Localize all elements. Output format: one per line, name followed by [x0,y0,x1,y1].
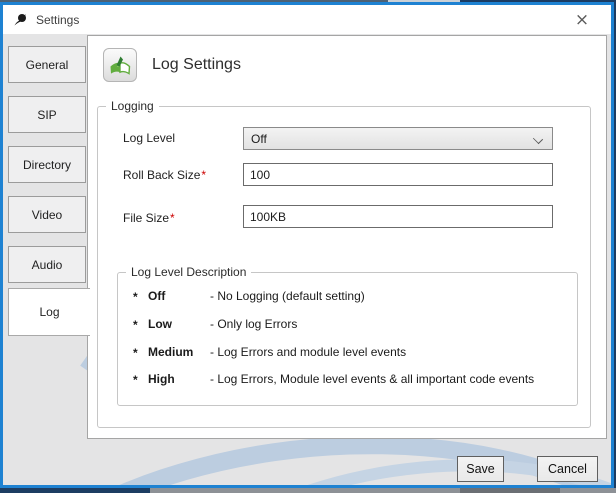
tab-label: Video [31,207,63,222]
save-button[interactable]: Save [457,456,504,482]
tab-label: SIP [37,107,57,122]
log-level-value: Off [251,131,267,146]
tab-sip[interactable]: SIP [8,96,86,133]
tab-directory[interactable]: Directory [8,146,86,183]
description-row-off: * Off - No Logging (default setting) [133,289,365,304]
asterisk-bullet-icon: * [133,290,138,304]
tab-label: Audio [31,257,63,272]
description-row-low: * Low - Only log Errors [133,317,298,332]
tab-label: General [25,57,69,72]
page-title: Log Settings [152,56,241,73]
window-title: Settings [36,12,80,27]
app-icon [12,12,28,28]
tab-audio[interactable]: Audio [8,246,86,283]
file-size-input[interactable] [243,205,553,228]
log-level-label: Log Level [123,131,176,145]
dialog-content: General SIP Directory Video Audio Log Lo… [3,34,611,485]
description-row-high: * High - Log Errors, Module level events… [133,372,535,387]
description-row-medium: * Medium - Log Errors and module level e… [133,345,407,360]
tab-general[interactable]: General [8,46,86,83]
tab-log[interactable]: Log [8,288,90,336]
background-bottom-strip [0,488,616,493]
log-level-select[interactable]: Off [243,127,553,150]
file-size-label: File Size* [123,211,175,225]
logging-group: Logging Log Level Off Roll Back Size* Fi… [97,98,591,428]
logging-group-legend: Logging [106,98,159,114]
log-level-description-group: Log Level Description * Off - No Logging… [117,264,578,406]
tab-label: Log [39,305,60,319]
tab-label: Directory [22,157,71,172]
roll-back-size-label: Roll Back Size* [123,168,207,182]
log-settings-panel: Log Settings Logging Log Level Off Roll … [87,35,607,439]
asterisk-bullet-icon: * [133,346,138,360]
description-group-legend: Log Level Description [126,264,252,280]
settings-window: Settings × General SIP Directory Video A… [0,2,614,488]
title-bar[interactable]: Settings × [3,5,611,34]
tab-video[interactable]: Video [8,196,86,233]
close-icon[interactable]: × [567,8,597,31]
roll-back-size-input[interactable] [243,163,553,186]
asterisk-bullet-icon: * [133,318,138,332]
log-settings-icon [103,48,137,82]
chevron-down-icon [532,133,544,145]
cancel-button[interactable]: Cancel [537,456,598,482]
asterisk-bullet-icon: * [133,373,138,387]
